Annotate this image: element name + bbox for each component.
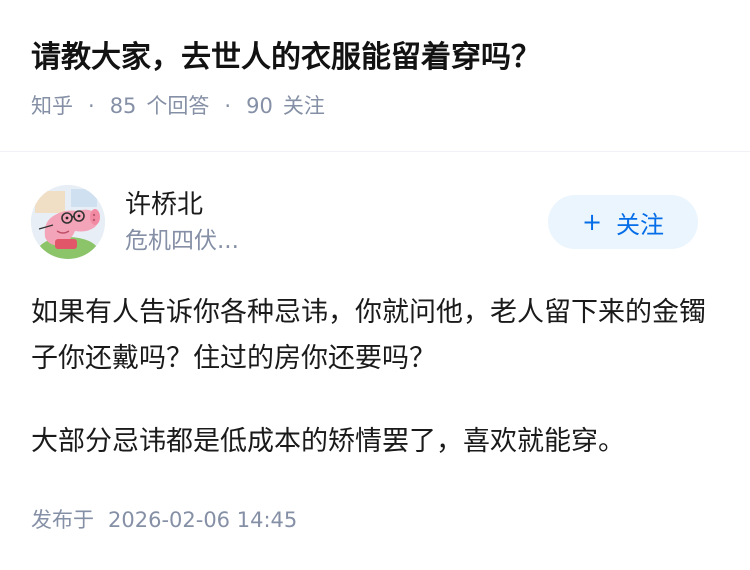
answers-label: 个回答 bbox=[146, 94, 210, 118]
follow-button[interactable]: + 关注 bbox=[548, 195, 698, 249]
source-label[interactable]: 知乎 bbox=[31, 87, 73, 125]
follows-count: 90 bbox=[246, 94, 273, 118]
answer-paragraph: 如果有人告诉你各种忌讳，你就问他，老人留下来的金镯子你还戴吗？住过的房你还要吗？ bbox=[31, 297, 706, 374]
author-row: 许桥北 危机四伏... + 关注 bbox=[31, 185, 698, 259]
divider bbox=[0, 151, 750, 152]
answer-page: 请教大家，去世人的衣服能留着穿吗？ 知乎 · 85 个回答 · 90 关注 许桥… bbox=[0, 0, 750, 570]
follows-label: 关注 bbox=[282, 94, 325, 118]
question-title[interactable]: 请教大家，去世人的衣服能留着穿吗？ bbox=[31, 33, 730, 83]
answer-paragraph: 大部分忌讳都是低成本的矫情罢了，喜欢就能穿。 bbox=[31, 426, 625, 457]
answers-count: 85 bbox=[109, 94, 137, 118]
meta-separator: · bbox=[88, 94, 95, 118]
publish-info: 发布于 2026-02-06 14:45 bbox=[31, 504, 297, 536]
answer-content: 如果有人告诉你各种忌讳，你就问他，老人留下来的金镯子你还戴吗？住过的房你还要吗？… bbox=[31, 290, 710, 502]
author-name[interactable]: 许桥北 bbox=[125, 187, 203, 223]
follow-button-label: 关注 bbox=[616, 210, 665, 239]
peppa-pig-avatar-icon[interactable] bbox=[31, 185, 105, 259]
author-description: 危机四伏... bbox=[125, 228, 239, 254]
meta-separator: · bbox=[224, 94, 232, 118]
question-meta: 知乎 · 85 个回答 · 90 关注 bbox=[31, 87, 730, 125]
published-time: 2026-02-06 14:45 bbox=[108, 508, 298, 532]
plus-icon: + bbox=[581, 208, 603, 236]
published-label: 发布于 bbox=[31, 508, 94, 532]
question-header: 请教大家，去世人的衣服能留着穿吗？ 知乎 · 85 个回答 · 90 关注 bbox=[31, 33, 730, 125]
